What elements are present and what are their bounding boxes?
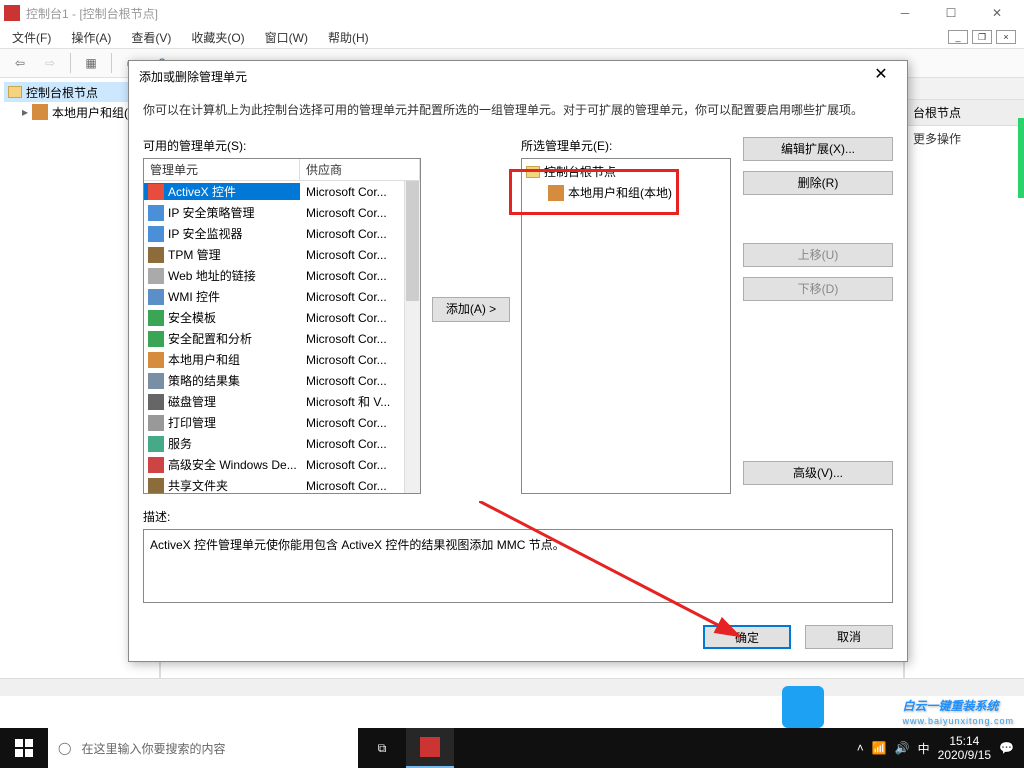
description-box: ActiveX 控件管理单元使你能用包含 ActiveX 控件的结果视图添加 M… (143, 529, 893, 603)
snapin-row[interactable]: ActiveX 控件Microsoft Cor... (144, 181, 404, 202)
tray-notifications-icon[interactable]: 💬 (999, 741, 1014, 755)
snapin-row[interactable]: IP 安全监视器Microsoft Cor... (144, 223, 404, 244)
snapin-icon (148, 331, 164, 347)
maximize-button[interactable]: ☐ (928, 0, 974, 26)
cancel-button[interactable]: 取消 (805, 625, 893, 649)
dialog-close-button[interactable]: ✕ (865, 62, 897, 90)
snapin-row[interactable]: Web 地址的链接Microsoft Cor... (144, 265, 404, 286)
advanced-button[interactable]: 高级(V)... (743, 461, 893, 485)
snapin-icon (148, 394, 164, 410)
menubar: 文件(F) 操作(A) 查看(V) 收藏夹(O) 窗口(W) 帮助(H) _ ❐… (0, 26, 1024, 48)
snapin-icon (148, 478, 164, 494)
titlebar: 控制台1 - [控制台根节点] ─ ☐ ✕ (0, 0, 1024, 26)
available-label: 可用的管理单元(S): (143, 137, 421, 154)
snapin-icon (148, 268, 164, 284)
snapin-icon (148, 415, 164, 431)
menu-view[interactable]: 查看(V) (127, 27, 175, 48)
snapin-row[interactable]: 服务Microsoft Cor... (144, 433, 404, 454)
snapin-row[interactable]: 磁盘管理Microsoft 和 V... (144, 391, 404, 412)
mdi-close-icon[interactable]: × (996, 30, 1016, 44)
snapin-row[interactable]: WMI 控件Microsoft Cor... (144, 286, 404, 307)
actions-more[interactable]: 更多操作 (905, 126, 1024, 151)
mdi-minimize-icon[interactable]: _ (948, 30, 968, 44)
snapin-icon (148, 184, 164, 200)
back-button[interactable]: ⇦ (8, 51, 32, 75)
actions-pane: 台根节点 更多操作 (904, 78, 1024, 696)
col-vendor[interactable]: 供应商 (300, 159, 420, 180)
snapin-row[interactable]: IP 安全策略管理Microsoft Cor... (144, 202, 404, 223)
folder-icon (8, 86, 22, 98)
snapin-icon (148, 205, 164, 221)
snapin-icon (148, 289, 164, 305)
selected-child[interactable]: 本地用户和组(本地) (524, 182, 728, 203)
tray-volume-icon[interactable]: 🔊 (895, 741, 910, 755)
forward-button[interactable]: ⇨ (38, 51, 62, 75)
snapin-icon (148, 310, 164, 326)
minimize-button[interactable]: ─ (882, 0, 928, 26)
window-title: 控制台1 - [控制台根节点] (26, 5, 882, 22)
add-button[interactable]: 添加(A) > (432, 297, 510, 322)
watermark: 白云一键重装系统 www.baiyunxitong.com (902, 693, 1014, 726)
move-up-button[interactable]: 上移(U) (743, 243, 893, 267)
tray-chevron-icon[interactable]: ˄ (857, 741, 864, 755)
snapin-icon (148, 457, 164, 473)
snapin-row[interactable]: 安全配置和分析Microsoft Cor... (144, 328, 404, 349)
taskbar-app-mmc[interactable] (406, 728, 454, 768)
close-button[interactable]: ✕ (974, 0, 1020, 26)
delete-button[interactable]: 删除(R) (743, 171, 893, 195)
start-button[interactable] (0, 728, 48, 768)
task-view-button[interactable]: ⧉ (358, 728, 406, 768)
list-scrollbar[interactable] (404, 181, 420, 493)
tray-ime[interactable]: 中 (918, 740, 930, 757)
tray-network-icon[interactable]: 📶 (872, 741, 887, 755)
users-icon (32, 104, 48, 120)
selected-root[interactable]: 控制台根节点 (524, 161, 728, 182)
snapin-row[interactable]: 安全模板Microsoft Cor... (144, 307, 404, 328)
selected-snapins-list[interactable]: 控制台根节点 本地用户和组(本地) (521, 158, 731, 494)
perf-meter (1018, 118, 1024, 198)
snapin-row[interactable]: 打印管理Microsoft Cor... (144, 412, 404, 433)
app-icon (4, 5, 20, 21)
snapin-icon (148, 247, 164, 263)
actions-header: 台根节点 (905, 100, 1024, 126)
taskbar-search[interactable]: ◯ 在这里输入你要搜索的内容 (48, 728, 358, 768)
menu-help[interactable]: 帮助(H) (324, 27, 373, 48)
mdi-restore-icon[interactable]: ❐ (972, 30, 992, 44)
snapin-row[interactable]: 策略的结果集Microsoft Cor... (144, 370, 404, 391)
users-icon (548, 185, 564, 201)
snapin-icon (148, 352, 164, 368)
ok-button[interactable]: 确定 (703, 625, 791, 649)
dialog-description: 你可以在计算机上为此控制台选择可用的管理单元并配置所选的一组管理单元。对于可扩展… (143, 101, 893, 119)
folder-icon (526, 166, 540, 178)
system-tray: ˄ 📶 🔊 中 15:14 2020/9/15 💬 (847, 734, 1024, 763)
menu-file[interactable]: 文件(F) (8, 27, 55, 48)
add-remove-snapin-dialog: 添加或删除管理单元 ✕ 你可以在计算机上为此控制台选择可用的管理单元并配置所选的… (128, 60, 908, 662)
menu-window[interactable]: 窗口(W) (261, 27, 312, 48)
dialog-title: 添加或删除管理单元 (139, 68, 865, 85)
snapin-row[interactable]: 共享文件夹Microsoft Cor... (144, 475, 404, 493)
menu-favorites[interactable]: 收藏夹(O) (187, 27, 248, 48)
tray-clock[interactable]: 15:14 2020/9/15 (938, 734, 991, 763)
snapin-icon (148, 436, 164, 452)
twitter-icon (782, 686, 824, 728)
selected-label: 所选管理单元(E): (521, 137, 731, 154)
snapin-icon (148, 226, 164, 242)
snapin-icon (148, 373, 164, 389)
cortana-icon: ◯ (58, 741, 71, 755)
horizontal-scrollbar[interactable] (0, 678, 1024, 696)
edit-extensions-button[interactable]: 编辑扩展(X)... (743, 137, 893, 161)
search-placeholder: 在这里输入你要搜索的内容 (81, 740, 225, 757)
col-snapin[interactable]: 管理单元 (144, 159, 300, 180)
menu-action[interactable]: 操作(A) (67, 27, 115, 48)
taskbar: ◯ 在这里输入你要搜索的内容 ⧉ ˄ 📶 🔊 中 15:14 2020/9/15… (0, 728, 1024, 768)
available-snapins-list[interactable]: 管理单元 供应商 ActiveX 控件Microsoft Cor...IP 安全… (143, 158, 421, 494)
move-down-button[interactable]: 下移(D) (743, 277, 893, 301)
toolbar-grid-icon[interactable]: ▦ (79, 51, 103, 75)
description-label: 描述: (143, 508, 893, 525)
snapin-row[interactable]: 本地用户和组Microsoft Cor... (144, 349, 404, 370)
snapin-row[interactable]: TPM 管理Microsoft Cor... (144, 244, 404, 265)
snapin-row[interactable]: 高级安全 Windows De...Microsoft Cor... (144, 454, 404, 475)
